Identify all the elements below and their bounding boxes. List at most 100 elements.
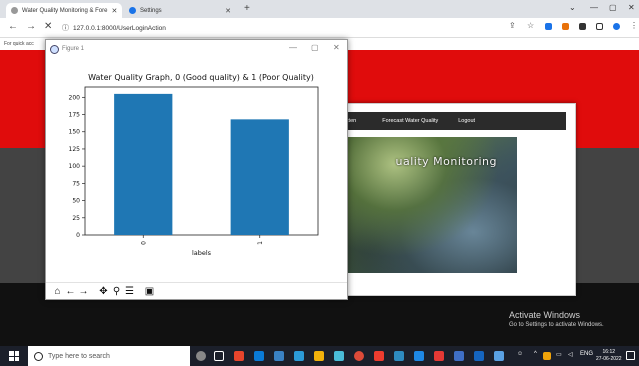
back-button[interactable]: ← <box>8 21 18 32</box>
tray-app-icon[interactable] <box>543 352 551 360</box>
app-icon-3[interactable] <box>294 351 304 361</box>
y-tick-label: 75 <box>72 180 80 187</box>
profile-icon[interactable] <box>613 23 620 30</box>
home-icon[interactable]: ⌂ <box>52 286 63 297</box>
nav-item-forecast[interactable]: Forecast Water Quality <box>382 118 438 124</box>
taskbar-search[interactable]: Type here to search <box>28 346 190 366</box>
maximize-button[interactable]: ▢ <box>609 3 617 12</box>
puzzle-icon[interactable] <box>579 23 586 30</box>
quick-access-text: For quick acc <box>4 41 34 47</box>
configure-icon[interactable]: ☰ <box>124 286 135 297</box>
close-button[interactable]: ✕ <box>333 43 340 52</box>
hero-image: uality Monitoring <box>342 137 517 273</box>
windows-start-icon[interactable] <box>9 351 19 361</box>
x-axis-label: labels <box>192 249 212 257</box>
tab-water-quality[interactable]: Water Quality Monitoring & Fore ✕ <box>6 3 122 18</box>
content-card: written Forecast Water Quality Logout ua… <box>329 103 576 296</box>
page-favicon <box>11 7 18 14</box>
sidebar-icon[interactable] <box>596 23 603 30</box>
app-icon-5[interactable] <box>374 351 384 361</box>
app-icon-6[interactable] <box>394 351 404 361</box>
info-icon: ⓘ <box>62 25 69 32</box>
close-icon[interactable]: ✕ <box>221 7 231 15</box>
search-icon <box>34 351 43 361</box>
y-tick-label: 125 <box>69 146 81 153</box>
y-tick-label: 100 <box>69 163 81 170</box>
tab-label: Settings <box>140 7 162 14</box>
app-icon-7[interactable] <box>414 351 424 361</box>
back-icon[interactable]: ← <box>65 286 76 297</box>
y-tick-label: 25 <box>72 215 80 222</box>
url-field[interactable]: ⓘ 127.0.0.1:8000/UserLoginAction <box>62 23 166 33</box>
save-icon[interactable]: ▣ <box>144 286 155 297</box>
volume-icon[interactable]: ◁ <box>568 351 573 358</box>
figure-toolbar: ⌂ ← → ✥ ⚲ ☰ ▣ <box>46 282 347 300</box>
forward-icon[interactable]: → <box>78 286 89 297</box>
task-view-icon[interactable] <box>214 351 224 361</box>
edge-icon[interactable] <box>254 351 264 361</box>
bar-1 <box>230 119 289 235</box>
app-icon-2[interactable] <box>274 351 284 361</box>
x-tick-label: 1 <box>257 241 264 245</box>
pan-icon[interactable]: ✥ <box>98 286 109 297</box>
metamask-icon[interactable] <box>562 23 569 30</box>
hero-title: uality Monitoring <box>395 155 497 168</box>
minimize-button[interactable]: — <box>590 3 598 12</box>
tab-label: Water Quality Monitoring & Fore <box>22 7 108 14</box>
python-icon[interactable] <box>494 351 504 361</box>
app-icon-9[interactable] <box>454 351 464 361</box>
figure-window: Figure 1 — ▢ ✕ Water Quality Graph, 0 (G… <box>45 39 348 300</box>
share-icon[interactable]: ⇪ <box>509 21 516 30</box>
figure-title: Figure 1 <box>62 46 85 52</box>
matplotlib-icon <box>50 44 59 54</box>
y-tick-label: 0 <box>76 232 80 239</box>
notification-icon[interactable] <box>626 351 635 360</box>
y-tick-label: 200 <box>69 94 81 101</box>
chrome-icon[interactable] <box>354 351 364 361</box>
site-nav: written Forecast Water Quality Logout <box>338 112 566 130</box>
gear-icon <box>129 7 136 14</box>
extension-icon[interactable] <box>545 23 552 30</box>
y-axis: 0 25 50 75 100 125 150 175 200 <box>69 94 85 239</box>
forward-button[interactable]: → <box>26 21 36 32</box>
clock-date: 27-06-2022 <box>596 356 622 362</box>
app-icon-1[interactable] <box>234 351 244 361</box>
zoom-icon[interactable]: ⚲ <box>111 286 122 297</box>
x-tick-label: 0 <box>140 241 147 245</box>
maximize-button[interactable]: ▢ <box>311 43 319 52</box>
new-tab-button[interactable]: + <box>244 3 250 14</box>
close-icon[interactable]: ✕ <box>107 7 117 15</box>
language-indicator[interactable]: ENG <box>580 351 593 357</box>
chevron-down-icon[interactable]: ⌄ <box>569 3 576 12</box>
people-icon[interactable]: ☺ <box>517 351 523 357</box>
stop-button[interactable]: ✕ <box>44 21 52 32</box>
y-tick-label: 150 <box>69 129 81 136</box>
taskbar: Type here to search ☺ ^ ▭ ◁ ENG 16:12 27… <box>0 346 639 366</box>
figure-titlebar: Figure 1 <box>46 40 347 58</box>
activate-title: Activate Windows <box>509 310 581 320</box>
y-tick-label: 175 <box>69 112 81 119</box>
close-window-button[interactable]: ✕ <box>628 3 635 12</box>
clock[interactable]: 16:12 27-06-2022 <box>596 349 622 363</box>
app-icon-10[interactable] <box>474 351 484 361</box>
activate-windows-watermark: Activate Windows Go to Settings to activ… <box>509 310 604 328</box>
network-icon[interactable]: ▭ <box>556 351 562 358</box>
nav-item-logout[interactable]: Logout <box>458 118 475 124</box>
file-explorer-icon[interactable] <box>314 351 324 361</box>
tab-settings[interactable]: Settings ✕ <box>124 3 236 18</box>
search-placeholder: Type here to search <box>48 352 110 360</box>
clock-time: 16:12 <box>602 349 616 355</box>
x-axis: 01 <box>140 235 264 245</box>
bar-0 <box>114 93 173 235</box>
browser-tab-bar: Water Quality Monitoring & Fore ✕ Settin… <box>0 0 639 18</box>
address-bar: ← → ✕ ⓘ 127.0.0.1:8000/UserLoginAction ⇪… <box>0 18 639 38</box>
activate-subtitle: Go to Settings to activate Windows. <box>509 322 604 328</box>
chart-title: Water Quality Graph, 0 (Good quality) & … <box>88 73 314 82</box>
star-icon[interactable]: ☆ <box>527 21 534 30</box>
app-icon-4[interactable] <box>334 351 344 361</box>
menu-icon[interactable]: ⋮ <box>630 21 638 30</box>
app-icon-8[interactable] <box>434 351 444 361</box>
microphone-icon[interactable] <box>196 351 206 361</box>
chevron-up-icon[interactable]: ^ <box>534 351 537 357</box>
minimize-button[interactable]: — <box>289 43 297 52</box>
